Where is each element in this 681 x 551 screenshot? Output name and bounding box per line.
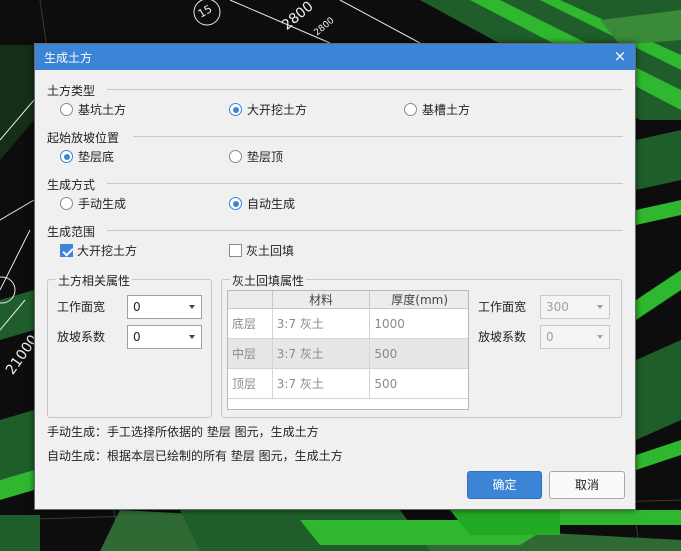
backfill-work-width-select[interactable]: 300 xyxy=(540,295,610,319)
material-cell[interactable]: 3:7 灰土 xyxy=(272,338,371,369)
material-cell[interactable]: 3:7 灰土 xyxy=(272,308,371,339)
radio-label: 基坑土方 xyxy=(78,103,127,117)
checkbox-indicator xyxy=(229,244,242,257)
radio-indicator xyxy=(229,103,242,116)
radio-indicator xyxy=(404,103,417,116)
backfill-props-title: 灰土回填属性 xyxy=(230,272,307,289)
manual-generate-note: 手动生成：手工选择所依据的 垫层 图元，生成土方 xyxy=(47,425,319,439)
chevron-down-icon xyxy=(189,335,195,339)
column-header: 材料 xyxy=(272,291,371,309)
radio-label: 大开挖土方 xyxy=(247,103,308,117)
backfill-slope-coef-select[interactable]: 0 xyxy=(540,325,610,349)
close-icon[interactable]: × xyxy=(611,47,629,65)
chevron-down-icon xyxy=(189,305,195,309)
radio-indicator xyxy=(60,103,73,116)
work-width-select[interactable]: 0 xyxy=(127,295,202,319)
thickness-cell[interactable]: 500 xyxy=(369,338,468,369)
slope-coef-select[interactable]: 0 xyxy=(127,325,202,349)
dialog-title: 生成土方 xyxy=(44,51,93,65)
backfill-layer-table: 材料 厚度(mm) 底层 3:7 灰土 1000 中层 3:7 灰土 500 顶… xyxy=(227,290,469,410)
backfill-slope-coef-label: 放坡系数 xyxy=(478,330,527,344)
layer-cell: 顶层 xyxy=(228,368,273,399)
radio-auto-generate[interactable]: 自动生成 xyxy=(229,195,295,212)
generate-scope-divider xyxy=(107,230,623,231)
radio-indicator xyxy=(60,197,73,210)
layer-cell: 底层 xyxy=(228,308,273,339)
radio-indicator xyxy=(229,197,242,210)
backfill-work-width-value: 300 xyxy=(546,300,569,314)
slope-start-divider xyxy=(133,136,623,137)
work-width-value: 0 xyxy=(133,300,141,314)
thickness-cell[interactable]: 1000 xyxy=(369,308,468,339)
checkbox-open-excavation[interactable]: 大开挖土方 xyxy=(60,242,137,259)
generate-earthwork-dialog: 生成土方 × 土方类型 基坑土方 大开挖土方 基槽土方 起始放坡位置 垫层底 垫… xyxy=(34,43,636,510)
radio-label: 自动生成 xyxy=(247,197,296,211)
radio-label: 手动生成 xyxy=(78,197,127,211)
radio-manual-generate[interactable]: 手动生成 xyxy=(60,195,126,212)
radio-cushion-bottom[interactable]: 垫层底 xyxy=(60,148,114,165)
radio-open-excavation[interactable]: 大开挖土方 xyxy=(229,101,307,118)
checkbox-label: 灰土回填 xyxy=(246,244,295,258)
checkbox-label: 大开挖土方 xyxy=(77,244,138,258)
radio-indicator xyxy=(229,150,242,163)
work-width-label: 工作面宽 xyxy=(57,300,106,314)
cancel-button[interactable]: 取消 xyxy=(549,471,625,499)
earthwork-type-label: 土方类型 xyxy=(47,84,96,98)
earthwork-type-divider xyxy=(107,89,623,90)
column-header: 厚度(mm) xyxy=(369,291,468,309)
column-header xyxy=(228,291,273,309)
chevron-down-icon xyxy=(597,305,603,309)
ok-button[interactable]: 确定 xyxy=(467,471,542,499)
radio-indicator xyxy=(60,150,73,163)
slope-start-label: 起始放坡位置 xyxy=(47,131,120,145)
checkbox-indicator xyxy=(60,244,73,257)
generate-method-divider xyxy=(107,183,623,184)
backfill-work-width-label: 工作面宽 xyxy=(478,300,527,314)
thickness-cell[interactable]: 500 xyxy=(369,368,468,399)
radio-label: 基槽土方 xyxy=(422,103,471,117)
radio-cushion-top[interactable]: 垫层顶 xyxy=(229,148,283,165)
table-row[interactable]: 底层 3:7 灰土 1000 xyxy=(228,308,468,339)
slope-coef-label: 放坡系数 xyxy=(57,330,106,344)
generate-scope-label: 生成范围 xyxy=(47,225,96,239)
radio-pit-earthwork[interactable]: 基坑土方 xyxy=(60,101,126,118)
table-header-row: 材料 厚度(mm) xyxy=(228,291,468,309)
table-row[interactable]: 中层 3:7 灰土 500 xyxy=(228,338,468,369)
radio-label: 垫层顶 xyxy=(247,150,284,164)
radio-label: 垫层底 xyxy=(78,150,115,164)
chevron-down-icon xyxy=(597,335,603,339)
dialog-titlebar[interactable]: 生成土方 × xyxy=(35,44,635,70)
material-cell[interactable]: 3:7 灰土 xyxy=(272,368,371,399)
radio-trench-earthwork[interactable]: 基槽土方 xyxy=(404,101,470,118)
table-row[interactable]: 顶层 3:7 灰土 500 xyxy=(228,368,468,399)
generate-method-label: 生成方式 xyxy=(47,178,96,192)
layer-cell: 中层 xyxy=(228,338,273,369)
checkbox-lime-backfill[interactable]: 灰土回填 xyxy=(229,242,294,259)
auto-generate-note: 自动生成：根据本层已绘制的所有 垫层 图元，生成土方 xyxy=(47,449,343,463)
earthwork-props-title: 土方相关属性 xyxy=(56,272,133,289)
backfill-slope-coef-value: 0 xyxy=(546,330,554,344)
slope-coef-value: 0 xyxy=(133,330,141,344)
